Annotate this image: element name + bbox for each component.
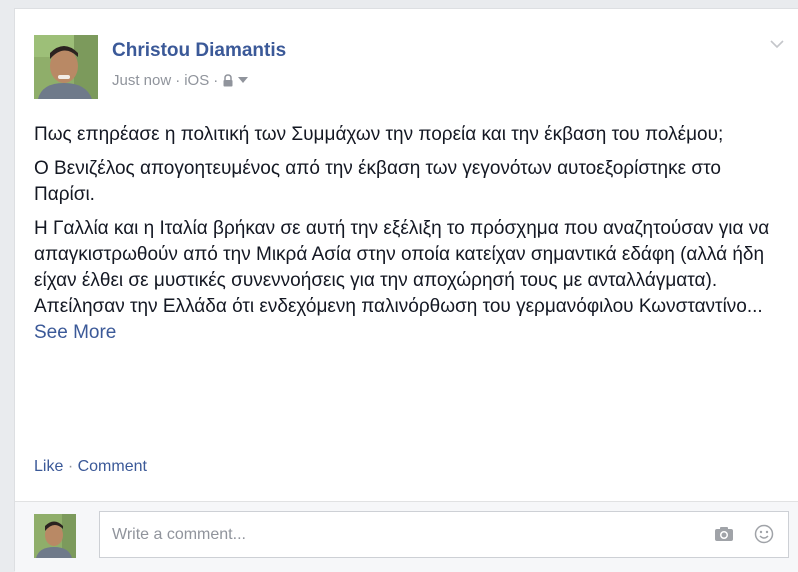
meta-separator: ·	[175, 72, 181, 89]
actions-separator: ·	[67, 458, 74, 475]
post-card: Christou Diamantis Just now · iOS · Πως …	[14, 8, 798, 572]
see-more-link[interactable]: See More	[34, 322, 116, 343]
comment-placeholder: Write a comment...	[112, 526, 246, 543]
author-name[interactable]: Christou Diamantis	[112, 40, 286, 62]
comment-area: Write a comment...	[15, 501, 798, 572]
post-paragraph: Η Γαλλία και η Ιταλία βρήκαν σε αυτή την…	[34, 216, 784, 346]
post-timestamp[interactable]: Just now	[112, 72, 171, 89]
post-paragraph-text: Η Γαλλία και η Ιταλία βρήκαν σε αυτή την…	[34, 218, 770, 317]
post-source: iOS	[184, 72, 210, 89]
comment-input[interactable]: Write a comment...	[99, 511, 789, 558]
lock-icon[interactable]	[222, 74, 234, 87]
comment-link[interactable]: Comment	[78, 458, 147, 475]
post-paragraph: Πως επηρέασε η πολιτική των Συμμάχων την…	[34, 124, 724, 145]
post-actions: Like · Comment	[34, 458, 147, 476]
author-avatar[interactable]	[34, 35, 98, 99]
post-body: Πως επηρέασε η πολιτική των Συμμάχων την…	[34, 122, 784, 354]
like-link[interactable]: Like	[34, 458, 63, 475]
caret-down-icon[interactable]	[238, 77, 249, 84]
post-paragraph: Ο Βενιζέλος απογοητευμένος από την έκβασ…	[34, 158, 721, 205]
post-meta: Just now · iOS ·	[112, 72, 249, 89]
chevron-down-icon[interactable]	[770, 39, 784, 49]
camera-icon[interactable]	[714, 526, 734, 547]
smiley-icon[interactable]	[754, 524, 774, 549]
meta-separator: ·	[213, 72, 219, 89]
commenter-avatar[interactable]	[34, 514, 76, 558]
